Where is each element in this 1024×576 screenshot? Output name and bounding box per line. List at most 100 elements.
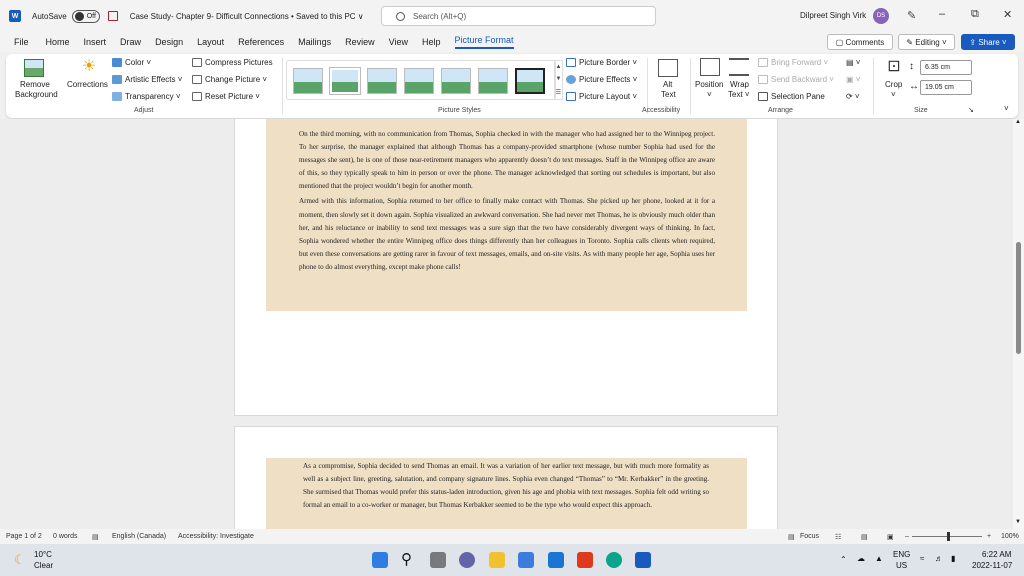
- reset-picture-button[interactable]: Reset Picture ˅: [192, 92, 260, 102]
- remove-background-label-1[interactable]: Remove: [20, 80, 50, 89]
- wrap-text-icon[interactable]: [729, 58, 749, 76]
- style-thumbnail[interactable]: [367, 68, 397, 94]
- change-picture-button[interactable]: Change Picture ˅: [192, 75, 267, 85]
- comments-button[interactable]: ▢ Comments: [827, 34, 893, 50]
- word-count[interactable]: 0 words: [53, 533, 78, 540]
- artistic-effects-button[interactable]: Artistic Effects ˅: [112, 75, 182, 85]
- page-2[interactable]: As a compromise, Sophia decided to send …: [234, 426, 778, 529]
- document-title[interactable]: Case Study- Chapter 9- Difficult Connect…: [130, 12, 364, 21]
- battery-icon[interactable]: ▮: [951, 554, 955, 563]
- selection-pane-button[interactable]: Selection Pane: [758, 92, 825, 102]
- tab-mailings[interactable]: Mailings: [298, 37, 331, 47]
- position-label-1[interactable]: Position: [695, 80, 723, 89]
- style-thumbnail[interactable]: [515, 68, 545, 94]
- editing-button[interactable]: ✎ Editing ˅: [898, 34, 955, 50]
- tab-picture-format[interactable]: Picture Format: [454, 35, 514, 49]
- vertical-scrollbar[interactable]: ▲ ▼: [1013, 119, 1024, 529]
- temperature[interactable]: 10°C: [34, 550, 52, 559]
- tab-view[interactable]: View: [389, 37, 408, 47]
- cloud-icon[interactable]: ☁: [857, 554, 865, 563]
- chevron-down-icon[interactable]: ▼: [556, 76, 562, 82]
- gallery-scroll[interactable]: ▲ ▼ ☰: [554, 60, 563, 100]
- more-icon[interactable]: ☰: [556, 89, 561, 96]
- page-1[interactable]: On the third morning, with no communicat…: [234, 119, 778, 416]
- tab-review[interactable]: Review: [345, 37, 375, 47]
- network-icon[interactable]: ▲: [875, 554, 883, 563]
- minimize-button[interactable]: –: [939, 8, 945, 20]
- share-button[interactable]: ⇪ Share ˅: [961, 34, 1015, 50]
- weather-icon[interactable]: ☾: [14, 552, 26, 568]
- scroll-up-icon[interactable]: ▲: [1015, 119, 1021, 125]
- page-count[interactable]: Page 1 of 2: [6, 533, 42, 540]
- crop-icon[interactable]: ⊡: [884, 58, 904, 76]
- color-button[interactable]: Color ˅: [112, 58, 151, 68]
- position-icon[interactable]: [700, 58, 720, 76]
- pen-icon[interactable]: ✎: [907, 9, 916, 22]
- search-box[interactable]: Search (Alt+Q): [381, 6, 656, 26]
- proofing-icon[interactable]: ▤: [92, 533, 99, 541]
- input-region[interactable]: US: [896, 561, 907, 570]
- tab-help[interactable]: Help: [422, 37, 441, 47]
- edge-icon[interactable]: [606, 552, 622, 568]
- style-thumbnail[interactable]: [404, 68, 434, 94]
- style-thumbnail[interactable]: [293, 68, 323, 94]
- group-button[interactable]: ▣ ˅: [846, 75, 860, 84]
- zoom-level[interactable]: 100%: [1001, 533, 1019, 540]
- transparency-button[interactable]: Transparency ˅: [112, 92, 181, 102]
- bring-forward-button[interactable]: Bring Forward ˅: [758, 58, 828, 68]
- clock-date[interactable]: 2022-11-07: [972, 561, 1012, 570]
- alt-text-icon[interactable]: [658, 59, 678, 77]
- autosave-toggle[interactable]: Off: [71, 9, 100, 23]
- search-icon[interactable]: ⚲: [401, 550, 412, 568]
- start-icon[interactable]: [372, 552, 388, 568]
- wrap-text-label-1[interactable]: Wrap: [730, 80, 749, 89]
- text-box[interactable]: As a compromise, Sophia decided to send …: [266, 458, 747, 529]
- tab-insert[interactable]: Insert: [84, 37, 107, 47]
- input-language[interactable]: ENG: [893, 550, 910, 559]
- print-layout-icon[interactable]: ▤: [861, 533, 868, 541]
- save-icon[interactable]: [107, 11, 118, 21]
- wrap-text-label-2[interactable]: Text ˅: [728, 90, 750, 99]
- chat-icon[interactable]: [459, 552, 475, 568]
- word-taskbar-icon[interactable]: [635, 552, 651, 568]
- chevron-up-icon[interactable]: ▲: [556, 64, 562, 70]
- tab-layout[interactable]: Layout: [197, 37, 224, 47]
- zoom-out-button[interactable]: –: [905, 533, 909, 540]
- wifi-icon[interactable]: ≈: [920, 554, 924, 563]
- style-thumbnail[interactable]: [329, 67, 361, 95]
- corrections-icon[interactable]: ☀: [79, 58, 99, 76]
- alt-text-label-2[interactable]: Text: [661, 90, 676, 99]
- send-backward-button[interactable]: Send Backward ˅: [758, 75, 834, 85]
- rotate-button[interactable]: ⟳ ˅: [846, 92, 860, 101]
- tab-file[interactable]: File: [14, 37, 29, 47]
- volume-icon[interactable]: ♬: [935, 554, 943, 563]
- file-explorer-icon[interactable]: [489, 552, 505, 568]
- scroll-down-icon[interactable]: ▼: [1015, 519, 1021, 525]
- web-layout-icon[interactable]: ▣: [887, 533, 894, 541]
- remove-background-icon[interactable]: [24, 59, 44, 77]
- document-area[interactable]: On the third morning, with no communicat…: [0, 119, 1013, 529]
- tab-draw[interactable]: Draw: [120, 37, 141, 47]
- tab-home[interactable]: Home: [46, 37, 70, 47]
- width-input[interactable]: 19.05 cm: [920, 80, 972, 95]
- size-launcher-icon[interactable]: ↘: [968, 106, 974, 114]
- scrollbar-thumb[interactable]: [1016, 242, 1021, 354]
- zoom-in-button[interactable]: +: [987, 533, 991, 540]
- store-icon[interactable]: [548, 552, 564, 568]
- picture-effects-button[interactable]: Picture Effects ˅: [566, 75, 637, 85]
- height-input[interactable]: 6.35 cm: [920, 60, 972, 75]
- picture-layout-button[interactable]: Picture Layout ˅: [566, 92, 637, 102]
- task-view-icon[interactable]: [430, 552, 446, 568]
- style-thumbnail[interactable]: [478, 68, 508, 94]
- position-label-2[interactable]: ˅: [707, 90, 712, 99]
- close-button[interactable]: ✕: [1003, 8, 1012, 21]
- chevron-up-icon[interactable]: ⌃: [840, 555, 847, 564]
- focus-button[interactable]: Focus: [800, 533, 819, 540]
- weather-condition[interactable]: Clear: [34, 561, 53, 570]
- remove-background-label-2[interactable]: Background: [15, 90, 58, 99]
- crop-label-2[interactable]: ˅: [891, 90, 896, 99]
- avatar[interactable]: DS: [873, 8, 889, 24]
- picture-border-button[interactable]: Picture Border ˅: [566, 58, 637, 68]
- crop-label-1[interactable]: Crop: [885, 80, 902, 89]
- read-mode-icon[interactable]: ☷: [835, 533, 841, 541]
